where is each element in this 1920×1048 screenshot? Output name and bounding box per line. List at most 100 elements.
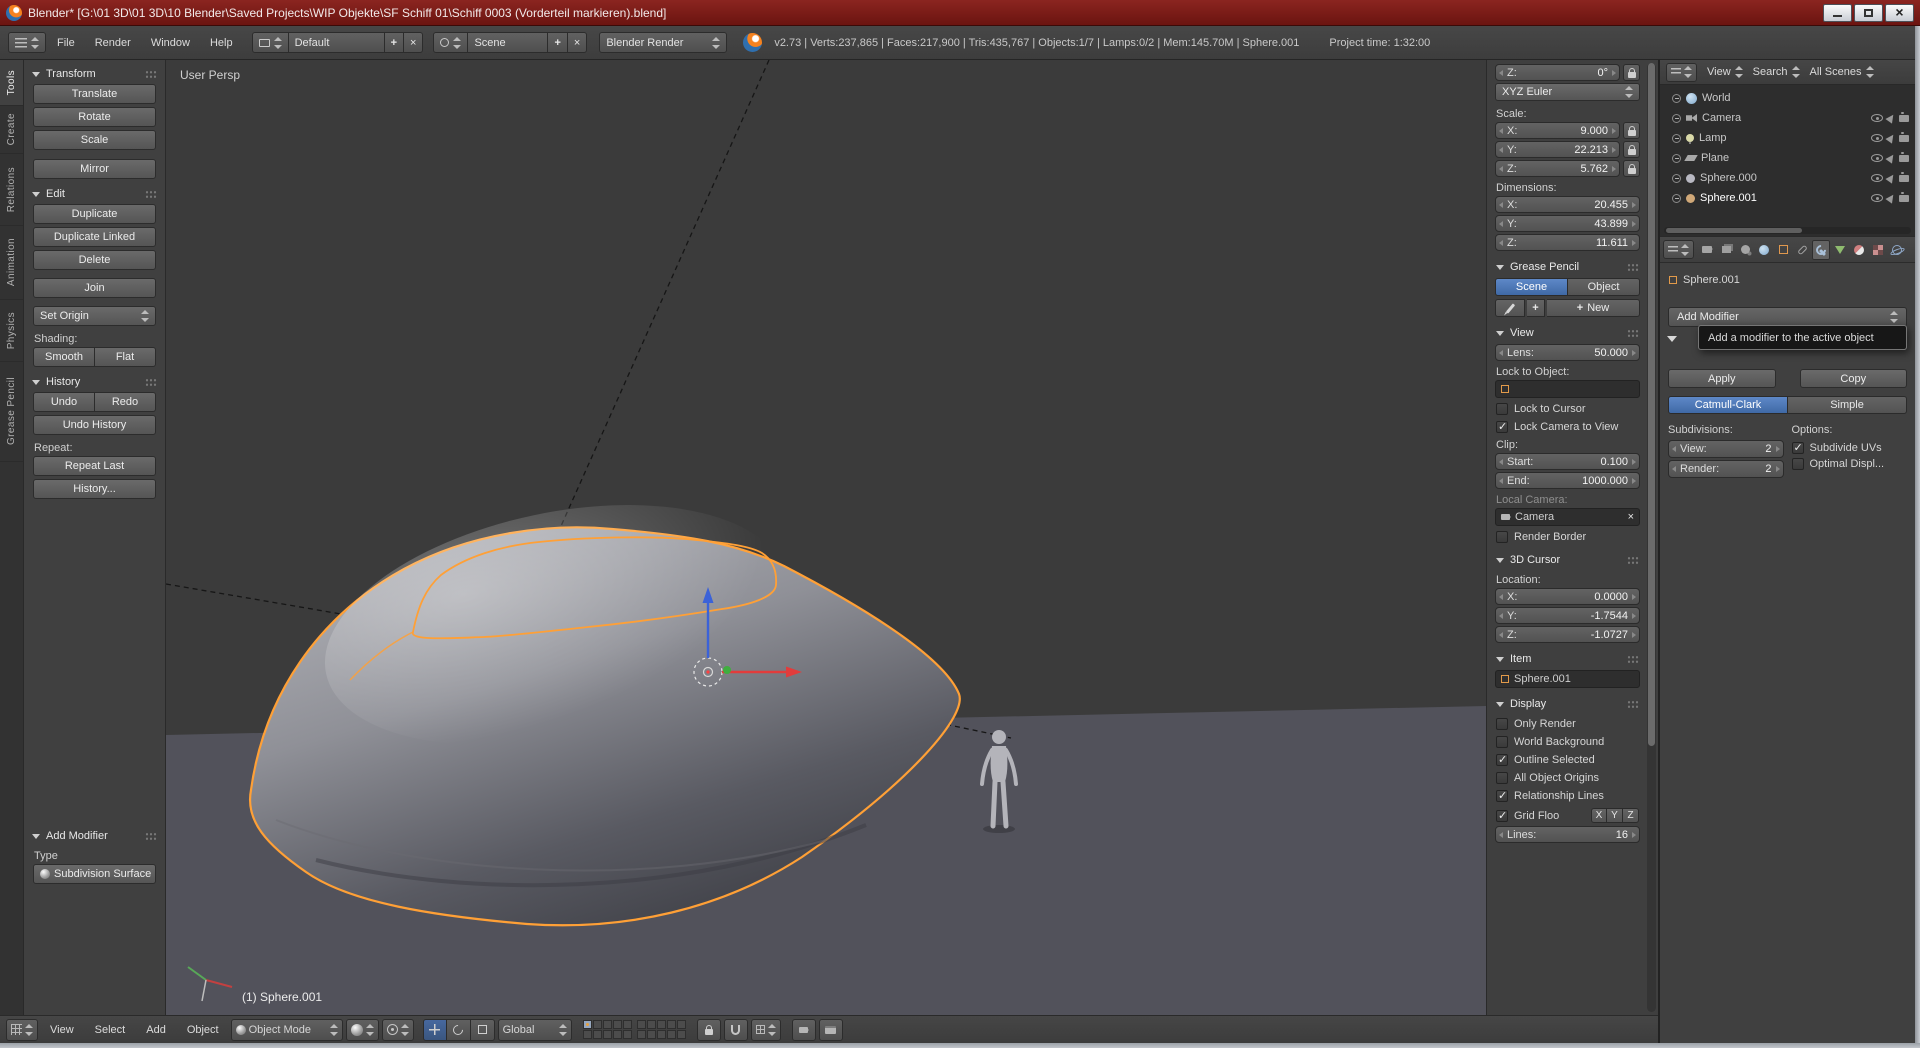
layer-cell[interactable] — [603, 1020, 612, 1029]
3d-viewport[interactable]: User Persp (1) Sphere.001 — [166, 60, 1486, 1015]
layer-cell[interactable] — [647, 1020, 656, 1029]
axis-x-button[interactable]: X — [1591, 808, 1607, 823]
redo-button[interactable]: Redo — [95, 392, 156, 412]
visibility-eye-icon[interactable] — [1871, 154, 1883, 162]
editor-type-properties-button[interactable] — [1663, 240, 1694, 259]
npanel-scrollbar[interactable] — [1647, 63, 1656, 1012]
expand-icon[interactable] — [1672, 94, 1681, 103]
catmull-clark-toggle[interactable]: Catmull-Clark — [1668, 396, 1788, 414]
lock-to-cursor-checkbox[interactable]: Lock to Cursor — [1495, 400, 1640, 418]
manipulator-translate-button[interactable] — [423, 1019, 447, 1041]
menu-render[interactable]: Render — [86, 34, 140, 52]
layer-cell[interactable] — [667, 1020, 676, 1029]
outliner-row-plane[interactable]: Plane — [1660, 148, 1915, 168]
duplicate-linked-button[interactable]: Duplicate Linked — [33, 227, 156, 247]
scale-x-field[interactable]: X:9.000 — [1495, 122, 1620, 139]
scale-button[interactable]: Scale — [33, 130, 156, 150]
selectability-cursor-icon[interactable] — [1885, 112, 1896, 123]
breadcrumb-object-name[interactable]: Sphere.001 — [1683, 274, 1740, 286]
grid-lines-field[interactable]: Lines:16 — [1495, 826, 1640, 843]
layer-cell[interactable] — [583, 1020, 592, 1029]
modifier-copy-button[interactable]: Copy — [1800, 369, 1908, 388]
renderability-camera-icon[interactable] — [1899, 155, 1909, 162]
world-background-checkbox[interactable]: World Background — [1495, 733, 1640, 751]
layer-cell[interactable] — [623, 1030, 632, 1039]
outliner-row-camera[interactable]: Camera — [1660, 108, 1915, 128]
editor-type-info-button[interactable] — [8, 32, 46, 53]
menu-help[interactable]: Help — [201, 34, 242, 52]
outliner-hscrollbar[interactable] — [1664, 227, 1911, 234]
outliner-row-world[interactable]: World — [1660, 88, 1915, 108]
expand-icon[interactable] — [1672, 134, 1681, 143]
selectability-cursor-icon[interactable] — [1885, 132, 1896, 143]
duplicate-button[interactable]: Duplicate — [33, 204, 156, 224]
layer-cell[interactable] — [593, 1020, 602, 1029]
gp-add-button[interactable] — [1527, 299, 1545, 317]
dimension-z-field[interactable]: Z:11.611 — [1495, 234, 1640, 251]
only-render-checkbox[interactable]: Only Render — [1495, 715, 1640, 733]
gp-object-toggle[interactable]: Object — [1568, 278, 1640, 296]
gp-new-button[interactable]: New — [1547, 299, 1640, 317]
lock-scale-z-button[interactable] — [1623, 160, 1640, 177]
tab-render[interactable] — [1698, 240, 1716, 260]
tab-physics[interactable] — [1888, 240, 1906, 260]
axis-z-button[interactable]: Z — [1623, 808, 1639, 823]
outliner-row-lamp[interactable]: Lamp — [1660, 128, 1915, 148]
lens-field[interactable]: Lens:50.000 — [1495, 344, 1640, 361]
layer-cell[interactable] — [657, 1030, 666, 1039]
optimal-display-checkbox[interactable]: Optimal Displ... — [1792, 456, 1908, 472]
clear-icon[interactable] — [1628, 511, 1634, 523]
menu-window[interactable]: Window — [142, 34, 199, 52]
grid-floor-checkbox[interactable]: Grid Floo X Y Z — [1495, 805, 1640, 826]
outline-selected-checkbox[interactable]: Outline Selected — [1495, 751, 1640, 769]
subdivide-uvs-checkbox[interactable]: Subdivide UVs — [1792, 440, 1908, 456]
toolshelf-tab-grease-pencil[interactable]: Grease Pencil — [0, 362, 23, 462]
subdivisions-view-field[interactable]: View:2 — [1668, 440, 1784, 458]
panel-header-item[interactable]: Item — [1495, 645, 1640, 670]
tab-object[interactable] — [1774, 240, 1792, 260]
manipulator-rotate-button[interactable] — [447, 1019, 471, 1041]
rotation-order-dropdown[interactable]: XYZ Euler — [1495, 83, 1640, 101]
maximize-button[interactable] — [1854, 4, 1883, 22]
modifier-type-dropdown[interactable]: Subdivision Surface — [33, 864, 156, 884]
menu-view[interactable]: View — [41, 1021, 83, 1039]
lock-scale-x-button[interactable] — [1623, 122, 1640, 139]
cursor-z-field[interactable]: Z:-1.0727 — [1495, 626, 1640, 643]
layer-cell[interactable] — [613, 1030, 622, 1039]
scene-name[interactable]: Scene — [468, 32, 548, 53]
gp-datablock-button[interactable] — [1495, 299, 1525, 317]
shade-smooth-button[interactable]: Smooth — [33, 347, 95, 367]
panel-header-grease-pencil[interactable]: Grease Pencil — [1495, 253, 1640, 278]
rotation-z-field[interactable]: Z:0° — [1495, 64, 1620, 81]
lock-camera-to-view-checkbox[interactable]: Lock Camera to View — [1495, 418, 1640, 436]
tab-render-layers[interactable] — [1717, 240, 1735, 260]
panel-header-transform[interactable]: Transform — [24, 62, 165, 84]
lock-rotation-button[interactable] — [1623, 64, 1640, 81]
relationship-lines-checkbox[interactable]: Relationship Lines — [1495, 787, 1640, 805]
visibility-eye-icon[interactable] — [1871, 134, 1883, 142]
layer-cell[interactable] — [603, 1030, 612, 1039]
orientation-dropdown[interactable]: Global — [498, 1019, 572, 1041]
add-modifier-dropdown[interactable]: Add Modifier — [1668, 307, 1907, 327]
tab-modifiers[interactable] — [1812, 240, 1830, 260]
panel-header-view[interactable]: View — [1495, 319, 1640, 344]
render-border-checkbox[interactable]: Render Border — [1495, 528, 1640, 546]
delete-button[interactable]: Delete — [33, 250, 156, 270]
panel-header-add-modifier[interactable]: Add Modifier — [24, 824, 165, 846]
scene-delete-button[interactable] — [568, 32, 587, 53]
simple-toggle[interactable]: Simple — [1788, 396, 1907, 414]
editor-type-3dview-button[interactable] — [6, 1019, 38, 1041]
render-engine-select[interactable]: Blender Render — [599, 32, 727, 53]
lock-to-object-field[interactable] — [1495, 380, 1640, 398]
selectability-cursor-icon[interactable] — [1885, 172, 1896, 183]
scale-y-field[interactable]: Y:22.213 — [1495, 141, 1620, 158]
axis-y-button[interactable]: Y — [1607, 808, 1623, 823]
all-object-origins-checkbox[interactable]: All Object Origins — [1495, 769, 1640, 787]
gp-scene-toggle[interactable]: Scene — [1495, 278, 1568, 296]
subdivisions-render-field[interactable]: Render:2 — [1668, 460, 1784, 478]
clip-end-field[interactable]: End:1000.000 — [1495, 472, 1640, 489]
join-button[interactable]: Join — [33, 278, 156, 298]
dimension-y-field[interactable]: Y:43.899 — [1495, 215, 1640, 232]
tab-constraints[interactable] — [1793, 240, 1811, 260]
menu-select[interactable]: Select — [86, 1021, 135, 1039]
